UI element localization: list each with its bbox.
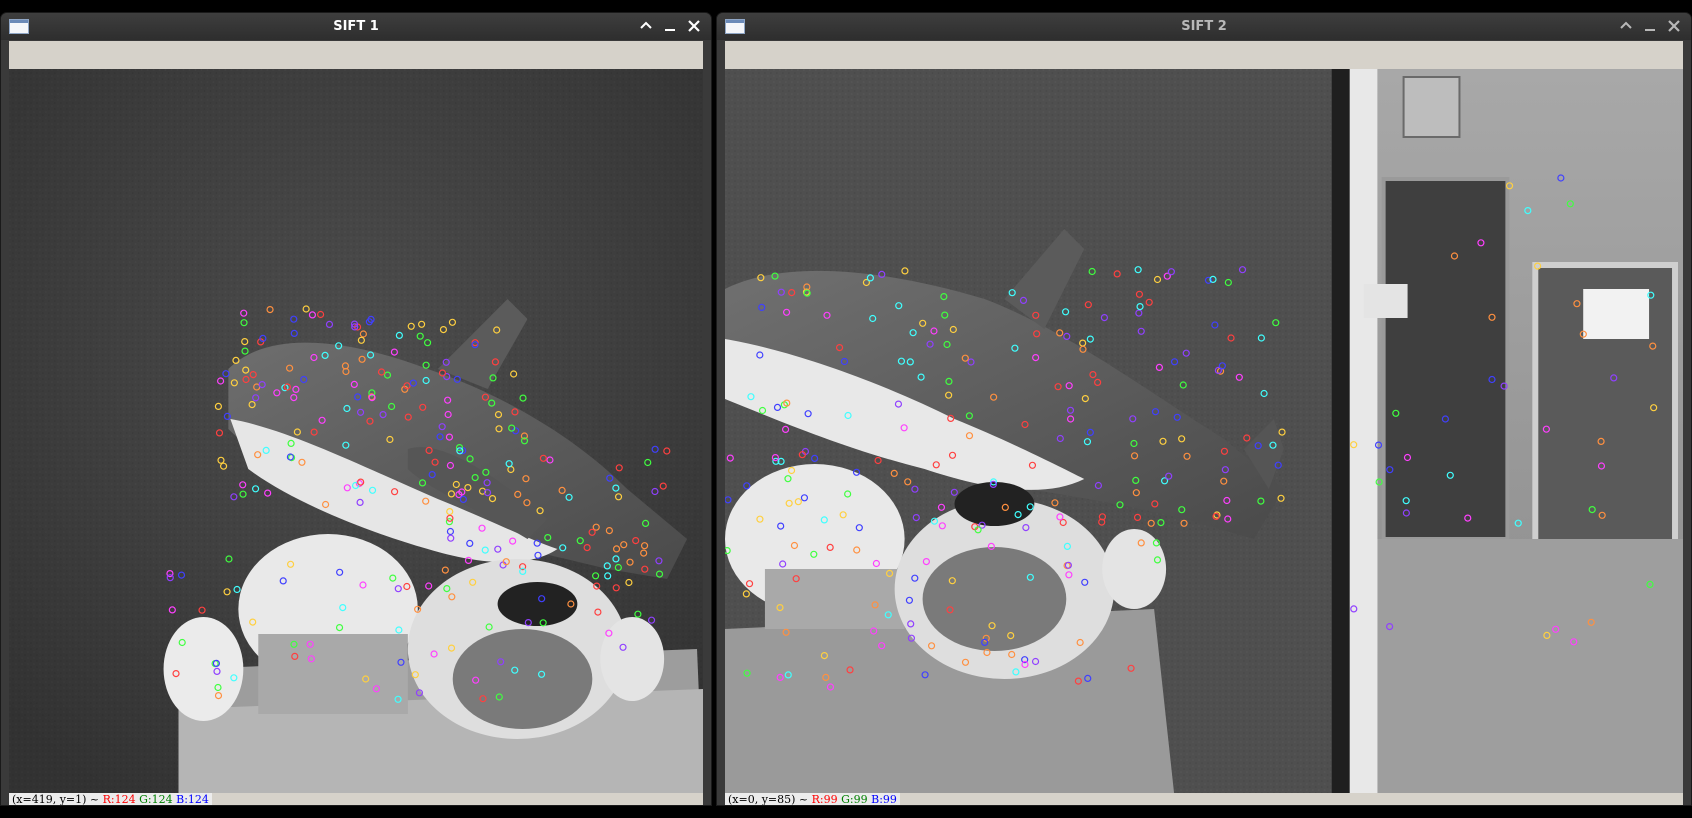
- minimize-icon[interactable]: [1641, 17, 1659, 35]
- window-title: SIFT 1: [333, 19, 379, 34]
- title-bar[interactable]: SIFT 2: [717, 13, 1691, 40]
- red-value: R:124: [102, 793, 136, 806]
- minimize-icon[interactable]: [661, 17, 679, 35]
- image-canvas[interactable]: [725, 69, 1683, 793]
- window-controls: [1617, 17, 1683, 35]
- box-plush: [764, 569, 905, 629]
- green-value: G:124: [139, 793, 173, 806]
- chevron-up-icon[interactable]: [1617, 17, 1635, 35]
- green-value: G:99: [841, 793, 868, 806]
- red-value: R:99: [811, 793, 838, 806]
- window-controls: [637, 17, 703, 35]
- sift-1-window: SIFT 1 (x=419, y=1) ~ R:124 G:124 B:124: [0, 12, 712, 806]
- image-canvas[interactable]: [9, 69, 703, 793]
- white-pillar: [1347, 69, 1378, 793]
- floor: [1377, 539, 1683, 793]
- chevron-up-icon[interactable]: [637, 17, 655, 35]
- close-icon[interactable]: [685, 17, 703, 35]
- status-bar: (x=419, y=1) ~ R:124 G:124 B:124: [9, 793, 703, 806]
- close-icon[interactable]: [1665, 17, 1683, 35]
- coord-readout: (x=0, y=85) ~: [728, 793, 809, 806]
- sift-2-window: SIFT 2 (x=0, y=85) ~ R:99 G:99 B:99: [716, 12, 1692, 806]
- blue-value: B:99: [871, 793, 897, 806]
- window-title: SIFT 2: [1181, 19, 1227, 34]
- coord-readout: (x=419, y=1) ~: [12, 793, 100, 806]
- pixel-readout: (x=0, y=85) ~ R:99 G:99 B:99: [725, 793, 900, 806]
- status-bar: (x=0, y=85) ~ R:99 G:99 B:99: [725, 793, 1683, 806]
- office-door: [1381, 177, 1510, 541]
- toolbar: [9, 41, 703, 69]
- title-bar[interactable]: SIFT 1: [1, 13, 711, 40]
- box-plush: [258, 634, 408, 714]
- toolbar: [725, 41, 1683, 69]
- small-plush: [163, 617, 244, 721]
- blue-value: B:124: [176, 793, 209, 806]
- pixel-readout: (x=419, y=1) ~ R:124 G:124 B:124: [9, 793, 212, 806]
